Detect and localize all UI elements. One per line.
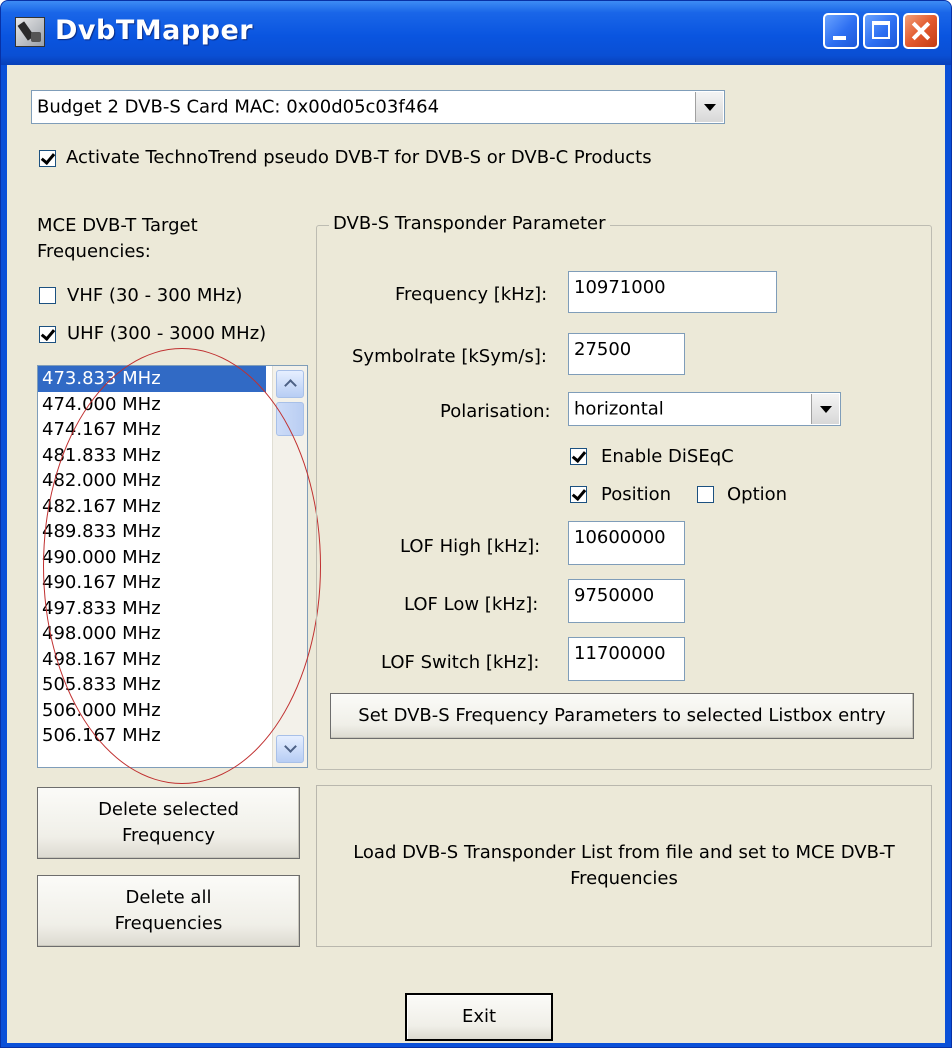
set-frequency-parameters-button[interactable]: Set DVB-S Frequency Parameters to select… <box>330 693 914 739</box>
frequency-list-item[interactable]: 506.000 MHz <box>38 698 266 724</box>
scroll-up-button[interactable] <box>276 370 304 398</box>
frequency-list-item[interactable]: 505.833 MHz <box>38 672 266 698</box>
symbolrate-field[interactable]: 27500 <box>568 333 685 375</box>
delete-all-line2: Frequencies <box>114 913 223 934</box>
frequency-list-item[interactable]: 474.167 MHz <box>38 417 266 443</box>
option-label[interactable]: Option <box>727 484 787 505</box>
target-frequencies-title: MCE DVB-T Target <box>37 215 198 236</box>
lof-low-label: LOF Low [kHz]: <box>404 594 539 615</box>
title-bar[interactable]: DvbTMapper <box>1 1 951 65</box>
frequency-list-item[interactable]: 473.833 MHz <box>38 366 266 392</box>
lof-high-field[interactable]: 10600000 <box>568 521 685 565</box>
frequency-list-item[interactable]: 490.167 MHz <box>38 570 266 596</box>
delete-selected-line1: Delete selected <box>98 799 239 820</box>
lof-switch-label: LOF Switch [kHz]: <box>381 652 540 673</box>
frequency-list-item[interactable]: 506.167 MHz <box>38 723 266 749</box>
polarisation-select[interactable]: horizontal <box>568 392 841 426</box>
set-frequency-parameters-label: Set DVB-S Frequency Parameters to select… <box>358 705 886 726</box>
minimize-button[interactable] <box>823 13 859 49</box>
transponder-group-title: DVB-S Transponder Parameter <box>329 213 610 234</box>
target-frequencies-subtitle: Frequencies: <box>37 241 151 262</box>
scroll-down-button[interactable] <box>276 735 304 763</box>
client-area: Budget 2 DVB-S Card MAC: 0x00d05c03f464 … <box>7 65 945 1043</box>
frequency-list-item[interactable]: 481.833 MHz <box>38 443 266 469</box>
symbolrate-label: Symbolrate [kSym/s]: <box>352 346 547 367</box>
listbox-scrollbar[interactable] <box>272 366 307 767</box>
load-transponder-list-button[interactable]: Load DVB-S Transponder List from file an… <box>316 785 932 947</box>
app-window: DvbTMapper Budget 2 DVB-S Card MAC: 0x00… <box>0 0 952 1048</box>
chevron-down-icon[interactable] <box>811 394 839 424</box>
position-label[interactable]: Position <box>601 484 671 505</box>
frequency-list-items: 473.833 MHz 474.000 MHz 474.167 MHz 481.833… <box>38 366 266 749</box>
option-checkbox[interactable] <box>697 486 714 503</box>
polarisation-select-value: horizontal <box>574 398 664 420</box>
uhf-label[interactable]: UHF (300 - 3000 MHz) <box>67 323 266 344</box>
uhf-checkbox[interactable] <box>39 326 56 343</box>
frequency-field[interactable]: 10971000 <box>568 271 777 313</box>
frequency-list-item[interactable]: 497.833 MHz <box>38 596 266 622</box>
load-transponder-line2: Frequencies <box>570 868 678 889</box>
position-checkbox[interactable] <box>570 486 587 503</box>
frequency-listbox[interactable]: 473.833 MHz 474.000 MHz 474.167 MHz 481.833… <box>37 365 308 768</box>
frequency-list-item[interactable]: 482.167 MHz <box>38 494 266 520</box>
app-icon[interactable] <box>15 17 45 47</box>
scroll-thumb[interactable] <box>276 402 304 436</box>
enable-diseqc-checkbox[interactable] <box>570 448 587 465</box>
device-select[interactable]: Budget 2 DVB-S Card MAC: 0x00d05c03f464 <box>31 90 725 124</box>
frequency-list-item[interactable]: 482.000 MHz <box>38 468 266 494</box>
delete-selected-frequency-button[interactable]: Delete selected Frequency <box>37 787 300 859</box>
frequency-list-item[interactable]: 490.000 MHz <box>38 545 266 571</box>
lof-switch-field[interactable]: 11700000 <box>568 637 685 681</box>
delete-selected-line2: Frequency <box>122 825 215 846</box>
vhf-label[interactable]: VHF (30 - 300 MHz) <box>67 285 242 306</box>
exit-label: Exit <box>461 1006 497 1027</box>
frequency-list-item[interactable]: 474.000 MHz <box>38 392 266 418</box>
close-button[interactable] <box>903 13 939 49</box>
activate-pseudo-dvbt-label[interactable]: Activate TechnoTrend pseudo DVB-T for DV… <box>66 147 652 168</box>
exit-button[interactable]: Exit <box>405 993 553 1041</box>
polarisation-label: Polarisation: <box>440 401 551 422</box>
frequency-list-item[interactable]: 498.000 MHz <box>38 621 266 647</box>
frequency-list-item[interactable]: 498.167 MHz <box>38 647 266 673</box>
delete-all-line1: Delete all <box>125 887 212 908</box>
vhf-checkbox[interactable] <box>39 287 56 304</box>
activate-pseudo-dvbt-checkbox[interactable] <box>39 150 56 167</box>
maximize-button[interactable] <box>863 13 899 49</box>
frequency-list-item[interactable]: 489.833 MHz <box>38 519 266 545</box>
device-select-value: Budget 2 DVB-S Card MAC: 0x00d05c03f464 <box>37 96 440 118</box>
chevron-down-icon[interactable] <box>695 92 723 122</box>
load-transponder-line1: Load DVB-S Transponder List from file an… <box>353 842 895 863</box>
frequency-label: Frequency [kHz]: <box>395 284 548 305</box>
lof-low-field[interactable]: 9750000 <box>568 579 685 623</box>
window-title: DvbTMapper <box>55 15 254 46</box>
enable-diseqc-label[interactable]: Enable DiSEqC <box>601 446 734 467</box>
lof-high-label: LOF High [kHz]: <box>400 536 541 557</box>
delete-all-frequencies-button[interactable]: Delete all Frequencies <box>37 875 300 947</box>
